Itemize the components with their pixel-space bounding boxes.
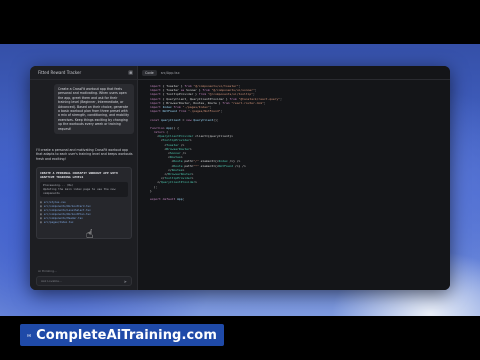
typing-indicator: Ai thinking... (38, 269, 57, 273)
video-frame: Fitted Reward Tracker ▣ Create a CrossFi… (0, 0, 480, 360)
status-detail: Updating the main index page to use the … (43, 186, 116, 195)
send-icon[interactable]: ➤ (124, 279, 127, 284)
file-name: src/components/LevelSelect.tsx (43, 208, 91, 212)
chat-title: Fitted Reward Tracker (38, 70, 82, 75)
hand-cursor-icon: ☝ (86, 227, 94, 241)
file-row[interactable]: ▤ src/pages/Index.tsx (40, 220, 128, 224)
code-line: export default App; (150, 197, 185, 202)
file-name: src/components/WorkoutCard.tsx (43, 204, 91, 208)
brand-text: CompleteAiTraining.com (36, 327, 217, 343)
code-toolbar: Code src/App.tsx (138, 66, 450, 80)
user-message: Create a CrossFit workout app that feels… (54, 84, 134, 135)
file-name: src/styles.css (43, 200, 66, 204)
brand-logo-icon (27, 333, 31, 337)
file-list: ▤ src/styles.css ▤ src/components/WorkoutC… (40, 200, 128, 224)
artifact-title: CREATE A PERSONAL CROSSFIT WORKOUT APP W… (40, 171, 118, 179)
chat-panel: Fitted Reward Tracker ▣ Create a CrossFi… (30, 66, 138, 290)
chat-header: Fitted Reward Tracker ▣ (30, 66, 137, 80)
file-name: src/components/WorkoutPlan.tsx (43, 212, 91, 216)
open-file-name[interactable]: src/App.tsx (161, 71, 180, 75)
code-panel: Code src/App.tsx import { Toaster } from… (138, 66, 450, 290)
file-name: src/components/Header.tsx (43, 216, 83, 220)
app-window: Fitted Reward Tracker ▣ Create a CrossFi… (30, 66, 450, 290)
file-name: src/pages/Index.tsx (43, 220, 74, 224)
artifact-card[interactable]: CREATE A PERSONAL CROSSFIT WORKOUT APP W… (36, 167, 132, 239)
panel-toggle-icon[interactable]: ▣ (128, 70, 133, 76)
file-icon: ▤ (40, 220, 42, 225)
brand-banner: CompleteAiTraining.com (20, 324, 224, 346)
chat-input[interactable]: Ask Lovable... ➤ (36, 276, 132, 286)
chat-input-placeholder: Ask Lovable... (41, 279, 62, 283)
code-editor[interactable]: import { Toaster } from "@/components/ui… (150, 84, 440, 201)
assistant-message: I'll create a personal and motivating Cr… (36, 148, 133, 161)
tab-code[interactable]: Code (142, 69, 157, 76)
artifact-status: Processing... (8s) Updating the main ind… (40, 182, 128, 198)
